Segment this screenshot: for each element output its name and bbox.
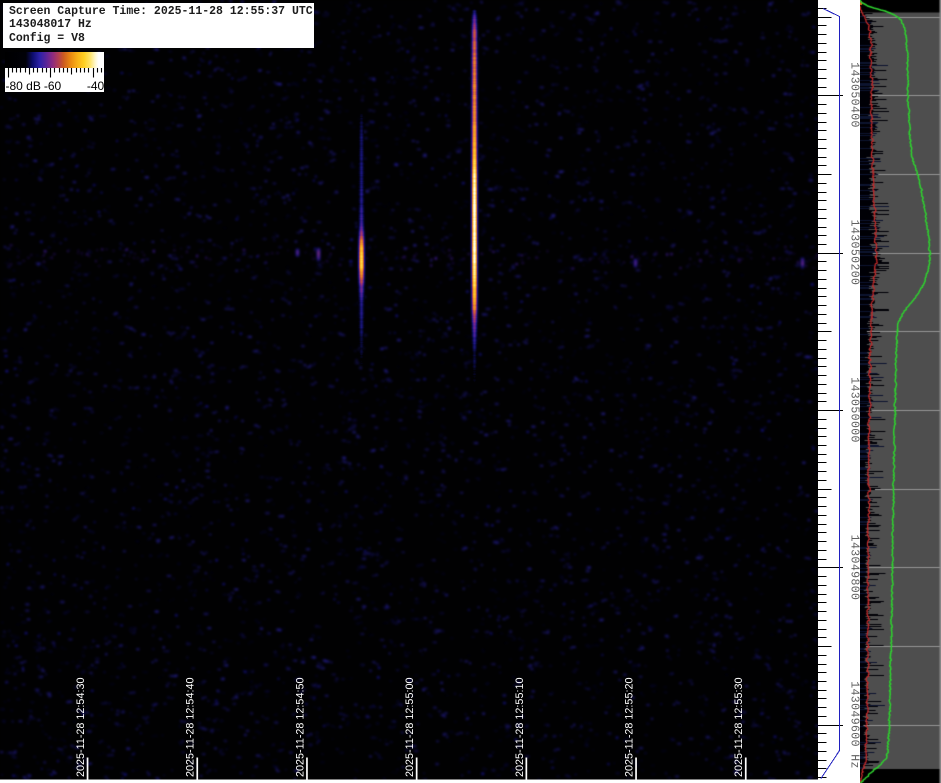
- info-line-frequency: 143048017 Hz: [9, 18, 314, 31]
- colorbar-label-80db: -80 dB: [6, 79, 41, 93]
- freq-scale-label-3: 143049800: [848, 535, 861, 601]
- colorbar-ticks: [5, 68, 104, 79]
- info-line-config: Config = V8: [9, 32, 314, 45]
- frequency-scale: 143050400 143050200 143050000 143049800 1430…: [818, 0, 860, 783]
- colorbar-label-60db: -60: [44, 79, 61, 93]
- waterfall-spectrogram-canvas: [0, 0, 818, 783]
- freq-scale-label-1: 143050200: [848, 220, 861, 286]
- spectrogram-app-window: 143050400 143050200 143050000 143049800 1430…: [0, 0, 941, 783]
- spectrum-side-panel-canvas: [860, 0, 941, 783]
- intensity-colorbar: -80 dB -60 -40: [5, 52, 104, 92]
- info-line-capture-time: Screen Capture Time: 2025-11-28 12:55:37…: [9, 5, 314, 18]
- colorbar-label-40db: -40: [87, 79, 104, 93]
- colorbar-gradient: [5, 52, 104, 68]
- freq-scale-label-0: 143050400: [848, 62, 861, 128]
- frequency-scale-ticks: 143050400 143050200 143050000 143049800 1430…: [818, 0, 860, 783]
- info-box: Screen Capture Time: 2025-11-28 12:55:37…: [3, 3, 314, 48]
- freq-scale-label-4: 143049600 Hz: [848, 681, 861, 769]
- freq-scale-label-2: 143050000: [848, 377, 861, 443]
